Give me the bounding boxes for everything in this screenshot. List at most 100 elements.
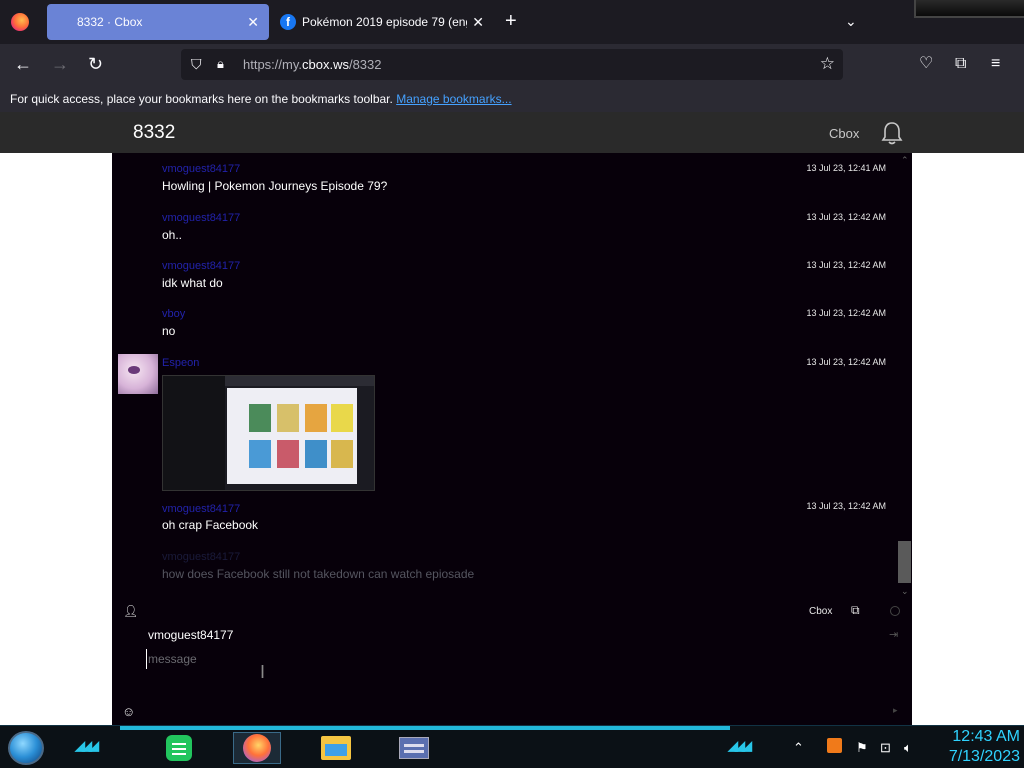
image-card <box>305 404 327 432</box>
image-card <box>277 404 299 432</box>
back-icon[interactable]: ← <box>14 54 32 74</box>
taskbar: ◢◢◢ ◢◢◢ ⌃ ⚑ ⊡ 🔈︎ 12:43 AM 7/13/2023 <box>0 725 1024 768</box>
window-app-button[interactable] <box>390 732 438 764</box>
menu-icon[interactable]: ≡ <box>991 54 1000 74</box>
taskbar-accent <box>120 726 730 730</box>
lock-icon[interactable]: 🔒︎ <box>217 56 224 72</box>
tab-title: 8332 · Cbox <box>77 15 143 29</box>
image-card <box>249 440 271 468</box>
tab-cbox[interactable]: 8332 · Cbox ✕ <box>47 4 269 40</box>
message-author[interactable]: vboy <box>162 308 185 320</box>
forward-icon[interactable]: → <box>51 54 69 74</box>
scrollbar-thumb[interactable] <box>898 541 911 583</box>
notes-app-button[interactable] <box>155 732 203 764</box>
cbox-link-small[interactable]: Cbox <box>809 606 832 617</box>
message-text: how does Facebook still not takedown can… <box>162 567 475 581</box>
chat-area: vmoguest84177 13 Jul 23, 12:41 AM Howlin… <box>112 153 912 725</box>
notes-icon <box>166 735 192 761</box>
message-input[interactable] <box>146 649 746 669</box>
send-icon[interactable]: ▸ <box>893 705 898 716</box>
url-text[interactable]: https://my.cbox.ws/8332 <box>243 57 382 72</box>
file-explorer-button[interactable] <box>312 732 360 764</box>
start-button[interactable] <box>8 731 44 765</box>
image-card <box>305 440 327 468</box>
cbox-link[interactable]: Cbox <box>829 126 859 141</box>
star-icon[interactable]: ☆ <box>820 54 835 74</box>
scrollbar[interactable]: ⌃ ⌄ <box>897 153 912 600</box>
login-icon[interactable]: ⇥ <box>889 628 898 641</box>
scroll-up-icon[interactable]: ⌃ <box>901 155 909 166</box>
extensions-icon[interactable]: ⧉ <box>955 54 966 74</box>
emoji-icon[interactable]: ☺ <box>122 704 135 719</box>
flag-icon[interactable]: ⚑ <box>856 740 868 756</box>
facebook-icon: f <box>280 14 296 30</box>
message-text: oh.. <box>162 228 183 242</box>
tab-pokemon[interactable]: f Pokémon 2019 episode 79 (eng ✕ <box>272 4 494 40</box>
text-cursor-icon: I <box>260 662 266 682</box>
folder-icon <box>321 736 351 760</box>
page-title: 8332 <box>133 122 176 143</box>
manage-bookmarks-link[interactable]: Manage bookmarks... <box>396 92 511 106</box>
show-hidden-icons[interactable]: ⌃ <box>793 740 804 756</box>
image-page <box>227 388 357 484</box>
scroll-down-icon[interactable]: ⌄ <box>901 586 909 597</box>
image-sidebar <box>163 376 225 490</box>
avatar[interactable] <box>118 354 158 394</box>
pocket-icon[interactable]: ♡ <box>919 54 933 74</box>
clock-date[interactable]: 7/13/2023 <box>934 748 1020 766</box>
message-author[interactable]: vmoguest84177 <box>162 503 240 515</box>
message-list: vmoguest84177 13 Jul 23, 12:41 AM Howlin… <box>112 153 897 600</box>
bookmarks-toolbar: For quick access, place your bookmarks h… <box>0 86 1024 112</box>
input-area: 👤︎ Cbox ⧉ vmoguest84177 ⇥ I ☺ ▸ <box>112 600 912 725</box>
message-author[interactable]: Espeon <box>162 357 199 369</box>
message-author[interactable]: vmoguest84177 <box>162 260 240 272</box>
url-path: /8332 <box>348 57 382 72</box>
external-link-icon[interactable]: ⧉ <box>851 603 860 618</box>
message-time: 13 Jul 23, 12:42 AM <box>806 357 886 367</box>
window-icon <box>399 737 429 759</box>
window-decoration <box>914 0 1024 18</box>
clock-time[interactable]: 12:43 AM <box>934 728 1020 746</box>
message-time: 13 Jul 23, 12:42 AM <box>806 501 886 511</box>
chevron-down-icon[interactable]: ⌄ <box>845 13 857 30</box>
tray-app-icon[interactable] <box>827 738 842 753</box>
message-text: Howling | Pokemon Journeys Episode 79? <box>162 179 388 193</box>
message-time: 13 Jul 23, 12:42 AM <box>806 212 886 222</box>
cbox-header: 8332 Cbox <box>0 112 1024 153</box>
image-card <box>331 440 353 468</box>
bookmarks-hint: For quick access, place your bookmarks h… <box>10 92 393 106</box>
close-icon[interactable]: ✕ <box>472 14 484 31</box>
message-author[interactable]: vmoguest84177 <box>162 551 240 563</box>
volume-icon[interactable]: 🔈︎ <box>904 740 912 756</box>
network-icon[interactable]: ⊡ <box>880 740 891 756</box>
message-time: 13 Jul 23, 12:41 AM <box>806 163 886 173</box>
username-label: vmoguest84177 <box>148 628 234 642</box>
plus-icon[interactable]: + <box>505 11 517 31</box>
message-text: oh crap Facebook <box>162 518 259 532</box>
tab-bar: 8332 · Cbox ✕ f Pokémon 2019 episode 79 … <box>0 0 1024 44</box>
navigation-bar: ← → ↻ ⛉ 🔒︎ https://my.cbox.ws/8332 ☆ ♡ ⧉… <box>0 44 1024 86</box>
image-card <box>277 440 299 468</box>
message-time: 13 Jul 23, 12:42 AM <box>806 260 886 270</box>
message-author[interactable]: vmoguest84177 <box>162 163 240 175</box>
image-topbar <box>225 376 374 386</box>
url-prefix: https://my. <box>243 57 302 72</box>
shield-icon[interactable]: ⛉ <box>191 56 202 73</box>
decor-chevrons: ◢◢◢ <box>75 738 99 753</box>
image-card <box>249 404 271 432</box>
firefox-icon[interactable] <box>11 13 29 31</box>
screenshot-image[interactable] <box>162 375 375 491</box>
reload-icon[interactable]: ↻ <box>88 54 103 74</box>
url-bar[interactable]: ⛉ 🔒︎ https://my.cbox.ws/8332 ☆ <box>181 49 843 80</box>
firefox-app-button[interactable] <box>233 732 281 764</box>
image-card <box>331 404 353 432</box>
status-circle-icon[interactable] <box>890 606 900 616</box>
close-icon[interactable]: ✕ <box>247 14 259 31</box>
message-text: no <box>162 324 176 338</box>
firefox-icon <box>243 734 271 762</box>
user-icon[interactable]: 👤︎ <box>123 604 138 618</box>
tab-title: Pokémon 2019 episode 79 (eng <box>302 15 467 29</box>
message-text: idk what do <box>162 276 223 290</box>
bell-icon[interactable] <box>881 121 903 145</box>
message-author[interactable]: vmoguest84177 <box>162 212 240 224</box>
